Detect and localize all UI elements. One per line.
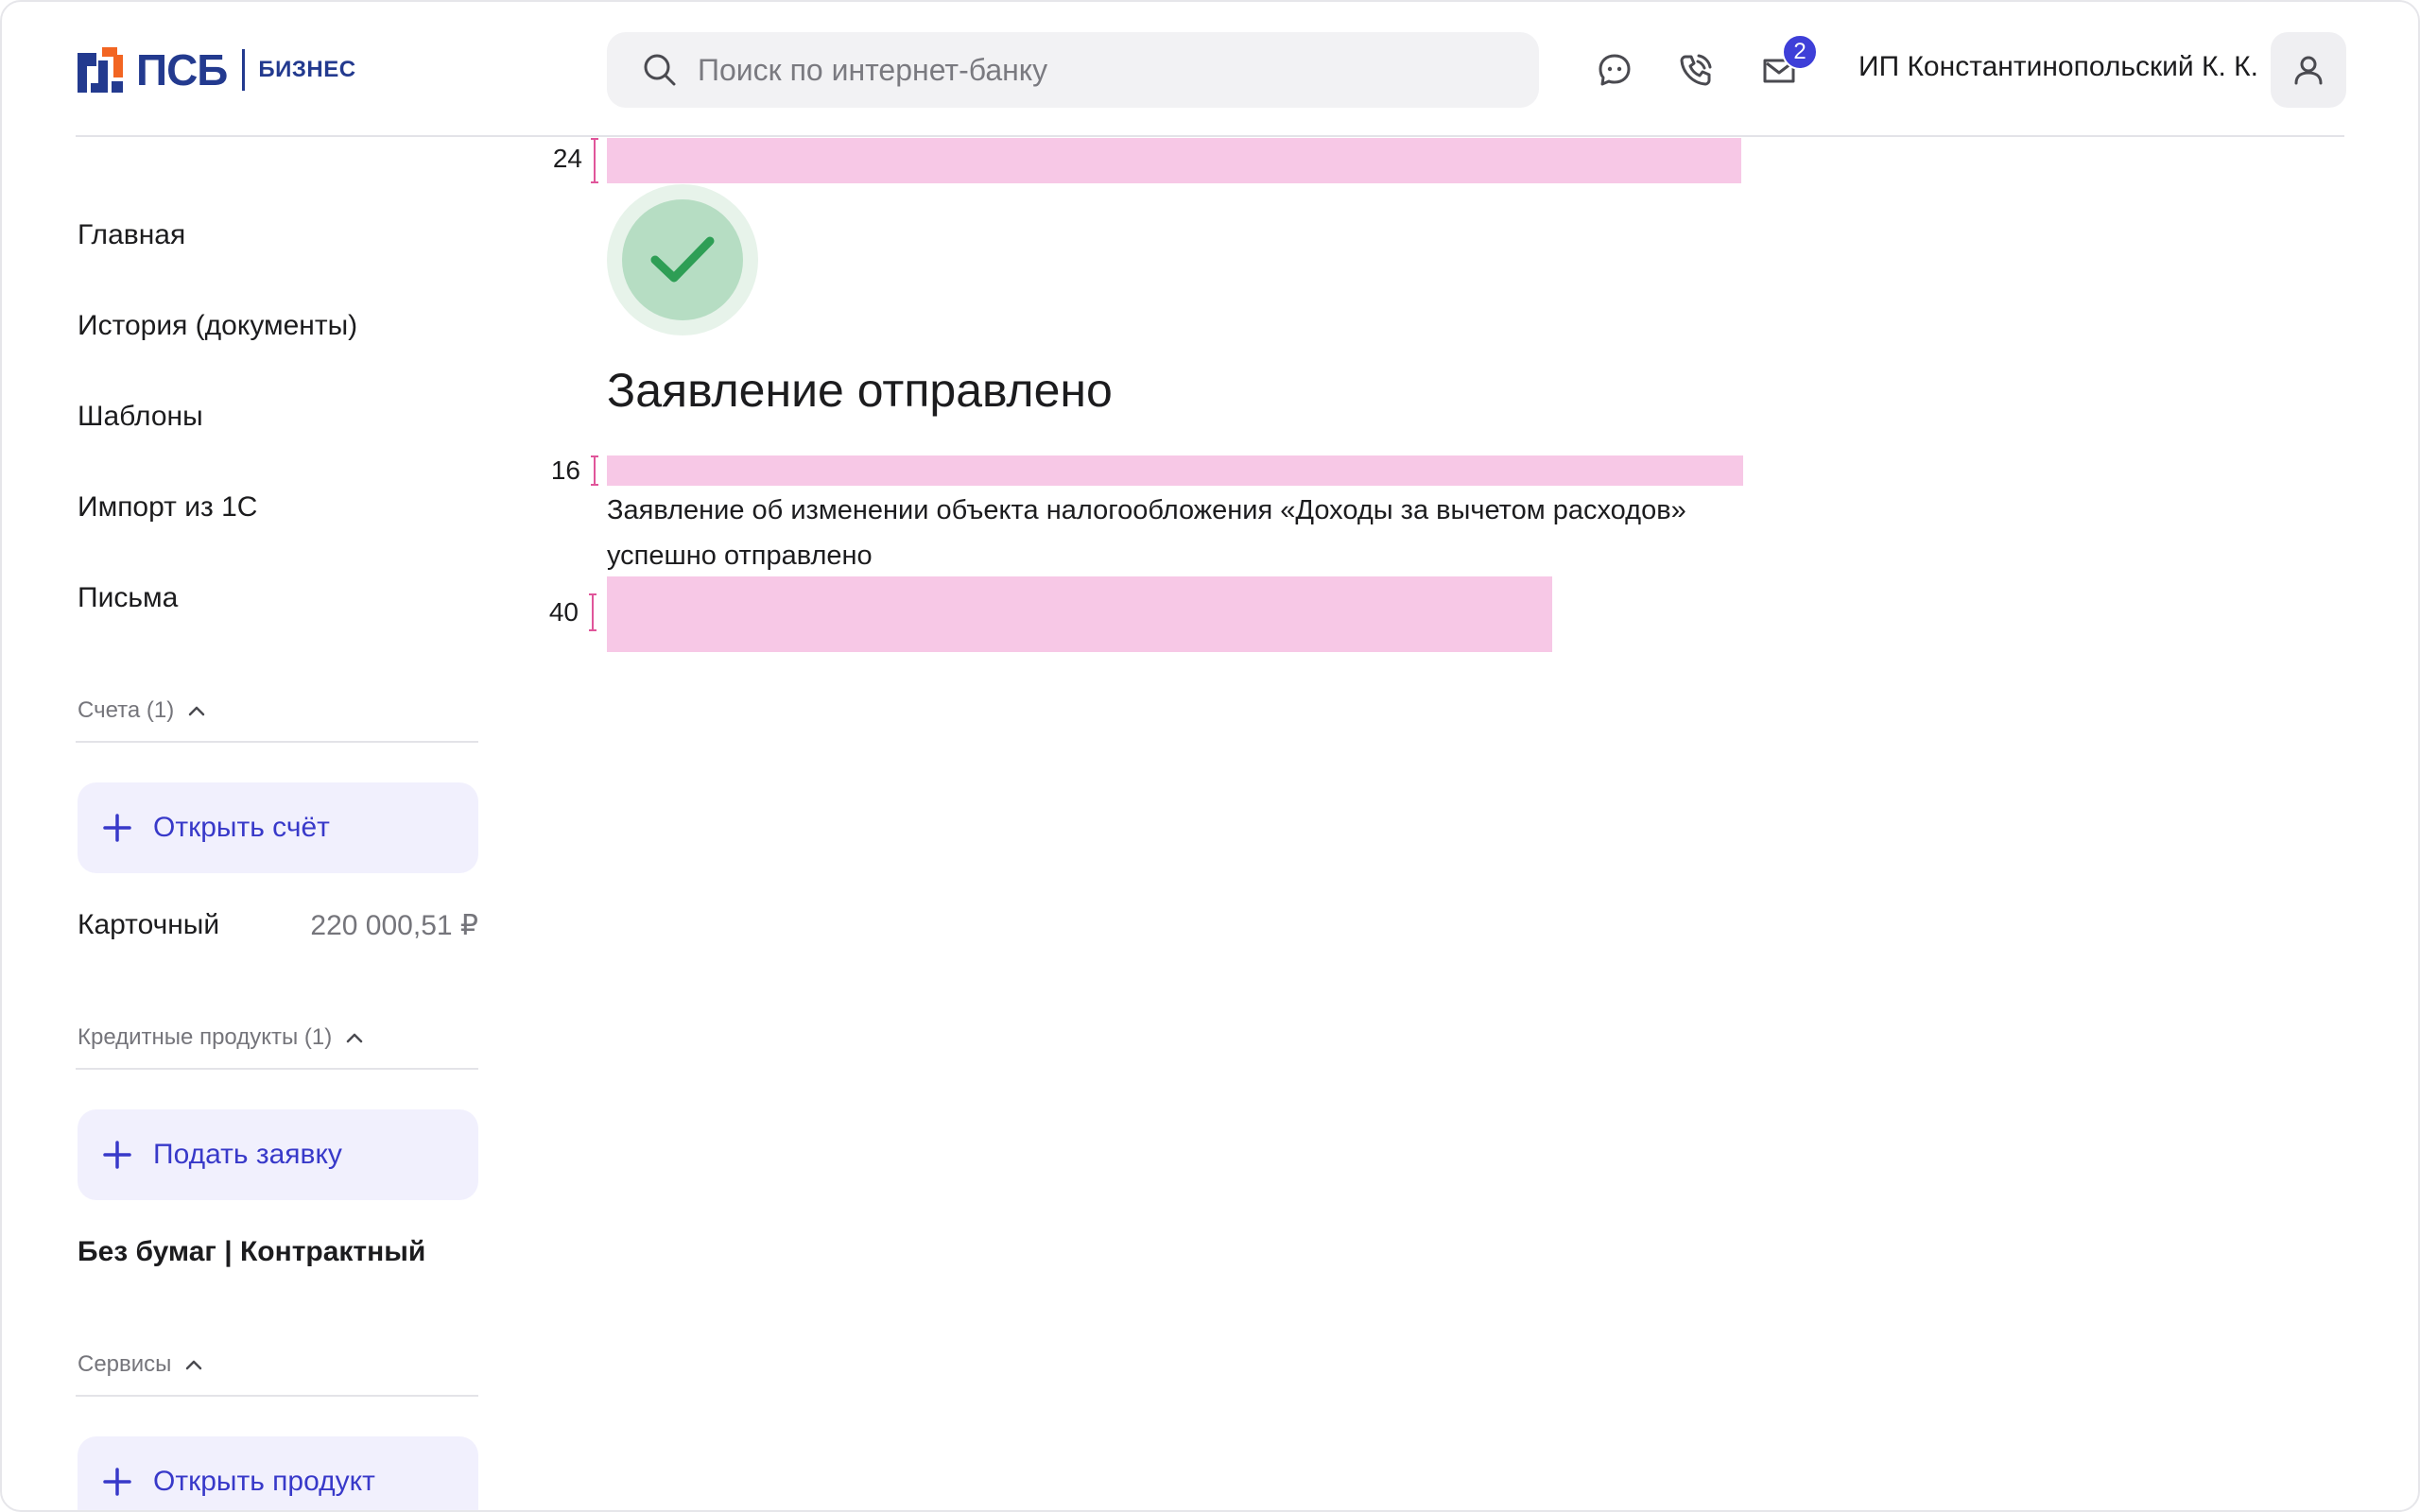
sidebar-item-history[interactable]: История (документы)	[78, 310, 357, 342]
spacer-measure-icon	[589, 593, 596, 631]
header-divider	[76, 135, 2344, 137]
credit-section-title: Кредитные продукты (1)	[78, 1024, 333, 1050]
plus-icon	[103, 1141, 131, 1169]
plus-icon	[103, 1468, 131, 1496]
account-row[interactable]: Карточный 220 000,51 ₽	[78, 909, 478, 942]
logo-name: ПСБ	[136, 45, 228, 94]
accounts-section-toggle[interactable]: Счета (1)	[78, 697, 206, 724]
account-name: Карточный	[78, 909, 220, 940]
open-account-label: Открыть счёт	[153, 812, 330, 843]
search-input[interactable]	[696, 51, 1531, 89]
avatar[interactable]	[2271, 32, 2346, 108]
credit-section-toggle[interactable]: Кредитные продукты (1)	[78, 1024, 364, 1051]
credit-product-item[interactable]: Без бумаг | Контрактный	[78, 1236, 425, 1268]
sidebar-item-import-1c[interactable]: Импорт из 1С	[78, 491, 257, 524]
open-account-button[interactable]: Открыть счёт	[78, 782, 478, 873]
accounts-section-title: Счета (1)	[78, 697, 175, 723]
page-title: Заявление отправлено	[607, 364, 1113, 417]
chevron-up-icon	[186, 1360, 202, 1370]
checkmark-icon	[650, 236, 715, 283]
section-divider	[76, 1395, 478, 1397]
spacer-measure-icon	[591, 455, 598, 486]
sidebar-item-home[interactable]: Главная	[78, 219, 185, 251]
user-icon	[2294, 56, 2323, 85]
user-name[interactable]: ИП Константинопольский К. К.	[1858, 51, 2258, 83]
search-bar[interactable]	[607, 32, 1539, 108]
spacer-40	[607, 576, 1552, 652]
spacer-label: 24	[552, 144, 582, 173]
chat-icon[interactable]	[1596, 51, 1634, 89]
open-product-button[interactable]: Открыть продукт	[78, 1436, 478, 1510]
sidebar-item-letters[interactable]: Письма	[78, 582, 178, 614]
logo-separator	[242, 49, 246, 91]
open-product-label: Открыть продукт	[153, 1466, 375, 1497]
spacer-16	[607, 455, 1743, 486]
psb-logo[interactable]: ПСБ БИЗНЕС	[76, 45, 356, 94]
sidebar-item-templates[interactable]: Шаблоны	[78, 401, 203, 433]
submit-application-button[interactable]: Подать заявку	[78, 1109, 478, 1200]
spacer-24	[607, 138, 1741, 183]
section-divider	[76, 741, 478, 743]
success-badge	[622, 199, 743, 320]
chevron-up-icon	[347, 1033, 363, 1043]
chevron-up-icon	[188, 706, 205, 716]
notifications-badge: 2	[1782, 34, 1818, 70]
spacer-label: 16	[550, 455, 580, 485]
status-description: Заявление об изменении объекта налогообл…	[607, 495, 1686, 571]
services-section-title: Сервисы	[78, 1351, 172, 1377]
account-balance: 220 000,51 ₽	[310, 910, 478, 941]
app-window: ПСБ БИЗНЕС 2 ИП Константинопольски	[0, 0, 2420, 1512]
phone-call-icon[interactable]	[1677, 51, 1715, 89]
psb-logo-icon	[78, 47, 123, 93]
spacer-label: 40	[548, 597, 579, 627]
submit-application-label: Подать заявку	[153, 1139, 342, 1170]
search-icon	[644, 54, 676, 86]
top-header: ПСБ БИЗНЕС 2 ИП Константинопольски	[2, 2, 2418, 138]
spacer-measure-icon	[591, 138, 598, 183]
section-divider	[76, 1068, 478, 1070]
plus-icon	[103, 814, 131, 842]
logo-subtitle: БИЗНЕС	[258, 57, 356, 82]
services-section-toggle[interactable]: Сервисы	[78, 1351, 203, 1378]
